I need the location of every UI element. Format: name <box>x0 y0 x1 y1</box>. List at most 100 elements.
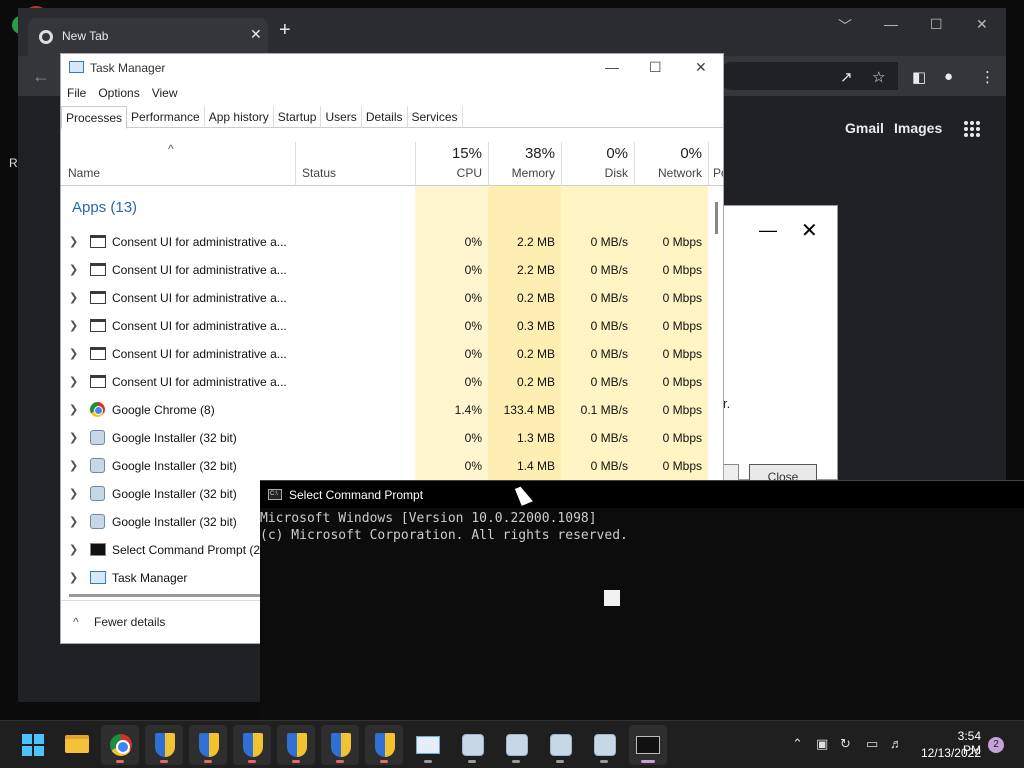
taskbar-uac-5[interactable] <box>321 725 359 765</box>
taskbar-uac-3[interactable] <box>233 725 271 765</box>
column-power[interactable]: Po <box>708 142 723 186</box>
column-disk[interactable]: 0% Disk <box>561 142 634 186</box>
sync-icon[interactable]: ↻ <box>840 736 851 752</box>
share-icon[interactable]: ↗ <box>840 68 853 86</box>
installer-process-icon <box>90 514 105 529</box>
display-icon[interactable]: ▭ <box>866 736 878 752</box>
taskbar-uac-4[interactable] <box>277 725 315 765</box>
expand-chevron-icon[interactable]: ❯ <box>69 347 78 360</box>
chrome-close-button[interactable]: ✕ <box>976 16 988 33</box>
expand-chevron-icon[interactable]: ❯ <box>69 235 78 248</box>
power-label: Po <box>713 166 723 180</box>
process-row[interactable]: ❯ Consent UI for administrative a... 0% 0.3… <box>61 312 708 340</box>
command-prompt-window[interactable]: C:\ Select Command Prompt Microsoft Wind… <box>260 480 1024 720</box>
cmd-titlebar[interactable]: C:\ Select Command Prompt <box>260 481 1024 508</box>
expand-chevron-icon[interactable]: ❯ <box>69 571 78 584</box>
taskbar-chrome[interactable] <box>101 725 139 765</box>
star-icon[interactable]: ☆ <box>872 68 885 86</box>
expand-chevron-icon[interactable]: ❯ <box>69 263 78 276</box>
process-disk: 0 MB/s <box>590 347 628 361</box>
process-row[interactable]: ❯ Consent UI for administrative a... 0% 2.2… <box>61 256 708 284</box>
expand-chevron-icon[interactable]: ❯ <box>69 403 78 416</box>
close-tab-icon[interactable]: ✕ <box>250 26 262 43</box>
new-tab-button[interactable]: + <box>279 20 291 40</box>
process-row[interactable]: ❯ Consent UI for administrative a... 0% 2.2… <box>61 228 708 256</box>
process-row[interactable]: ❯ Consent UI for administrative a... 0% 0.2… <box>61 368 708 396</box>
expand-chevron-icon[interactable]: ❯ <box>69 375 78 388</box>
tm-close-button[interactable]: ✕ <box>695 59 707 76</box>
dialog-partial-text: r. <box>723 396 731 411</box>
process-row[interactable]: ❯ Consent UI for administrative a... 0% 0.2… <box>61 284 708 312</box>
column-cpu[interactable]: 15% CPU <box>415 142 488 186</box>
tab-startup[interactable]: Startup <box>274 106 322 128</box>
taskbar-uac-6[interactable] <box>365 725 403 765</box>
taskbar-installer-2[interactable] <box>497 725 535 765</box>
taskbar-file-explorer[interactable] <box>57 725 95 765</box>
tab-search-icon[interactable]: ﹀ <box>838 16 852 36</box>
process-row[interactable]: ❯ Consent UI for administrative a... 0% 0.2… <box>61 340 708 368</box>
expand-chevron-icon[interactable]: ❯ <box>69 291 78 304</box>
process-memory: 1.4 MB <box>516 459 555 473</box>
tab-app-history[interactable]: App history <box>205 106 274 128</box>
column-status[interactable]: Status <box>295 142 415 186</box>
taskbar-command-prompt[interactable] <box>629 725 667 765</box>
network-icon[interactable]: ▣ <box>816 736 828 752</box>
apps-group-label[interactable]: Apps (13) <box>72 199 137 216</box>
chevron-up-icon[interactable]: ^ <box>73 615 79 629</box>
expand-chevron-icon[interactable]: ❯ <box>69 515 78 528</box>
dialog-minimize-button[interactable]: — <box>759 220 777 241</box>
process-table-header: ^ Name Status 15% CPU 38% Memory 0% Disk… <box>61 142 723 186</box>
expand-chevron-icon[interactable]: ❯ <box>69 487 78 500</box>
taskbar-uac-2[interactable] <box>189 725 227 765</box>
gmail-link[interactable]: Gmail <box>845 120 884 136</box>
tab-processes[interactable]: Processes <box>61 106 128 129</box>
tab-details[interactable]: Details <box>362 106 408 128</box>
menu-view[interactable]: View <box>152 86 178 100</box>
expand-chevron-icon[interactable]: ❯ <box>69 459 78 472</box>
chrome-tab-new-tab[interactable]: New Tab ✕ <box>28 18 268 56</box>
back-arrow-icon[interactable]: ← <box>32 66 50 87</box>
process-row[interactable]: ❯ Google Chrome (8) 1.4% 133.4 MB 0.1 MB/s 0 … <box>61 396 708 424</box>
taskbar-installer-1[interactable] <box>453 725 491 765</box>
process-row[interactable]: ❯ Google Installer (32 bit) 0% 1.3 MB 0 MB/s… <box>61 424 708 452</box>
clock-date[interactable]: 12/13/2022 <box>917 746 981 760</box>
chrome-minimize-button[interactable]: — <box>884 16 898 32</box>
taskbar-task-manager[interactable] <box>409 725 447 765</box>
cmd-window-icon: C:\ <box>268 489 282 500</box>
taskbar-installer-4[interactable] <box>585 725 623 765</box>
vertical-scrollbar[interactable] <box>715 202 718 234</box>
notification-badge[interactable]: 2 <box>988 737 1004 753</box>
menu-file[interactable]: File <box>67 86 86 100</box>
apps-grid-icon[interactable] <box>964 121 980 137</box>
expand-chevron-icon[interactable]: ❯ <box>69 431 78 444</box>
profile-icon[interactable]: ● <box>944 68 953 85</box>
start-button[interactable] <box>13 725 51 765</box>
chevron-up-icon[interactable]: ⌃ <box>792 736 803 752</box>
expand-chevron-icon[interactable]: ❯ <box>69 319 78 332</box>
volume-icon[interactable]: ♬ <box>890 736 903 751</box>
expand-chevron-icon[interactable]: ❯ <box>69 543 78 556</box>
fewer-details-link[interactable]: Fewer details <box>94 615 165 629</box>
process-row[interactable]: ❯ Google Installer (32 bit) 0% 1.4 MB 0 MB/s… <box>61 452 708 480</box>
uac-shield-icon <box>375 733 395 757</box>
tab-users[interactable]: Users <box>321 106 362 128</box>
column-memory[interactable]: 38% Memory <box>488 142 561 186</box>
taskbar-installer-3[interactable] <box>541 725 579 765</box>
tm-menubar: File Options View <box>67 86 178 100</box>
menu-options[interactable]: Options <box>98 86 139 100</box>
tm-maximize-button[interactable]: ☐ <box>649 59 662 76</box>
chrome-maximize-button[interactable]: ☐ <box>930 16 943 33</box>
taskbar-uac-1[interactable] <box>145 725 183 765</box>
tab-performance[interactable]: Performance <box>127 106 205 128</box>
dialog-close-icon[interactable]: ✕ <box>801 218 818 243</box>
column-name[interactable]: Name <box>68 166 100 180</box>
tm-minimize-button[interactable]: — <box>605 59 619 75</box>
column-network[interactable]: 0% Network <box>634 142 708 186</box>
side-panel-icon[interactable]: ◧ <box>912 68 926 86</box>
address-bar[interactable] <box>718 62 898 90</box>
task-manager-titlebar[interactable]: Task Manager — ☐ ✕ <box>61 54 723 82</box>
tab-services[interactable]: Services <box>408 106 463 128</box>
images-link[interactable]: Images <box>894 120 942 136</box>
file-explorer-icon <box>65 735 89 753</box>
menu-dots-icon[interactable]: ⋮ <box>980 68 995 86</box>
